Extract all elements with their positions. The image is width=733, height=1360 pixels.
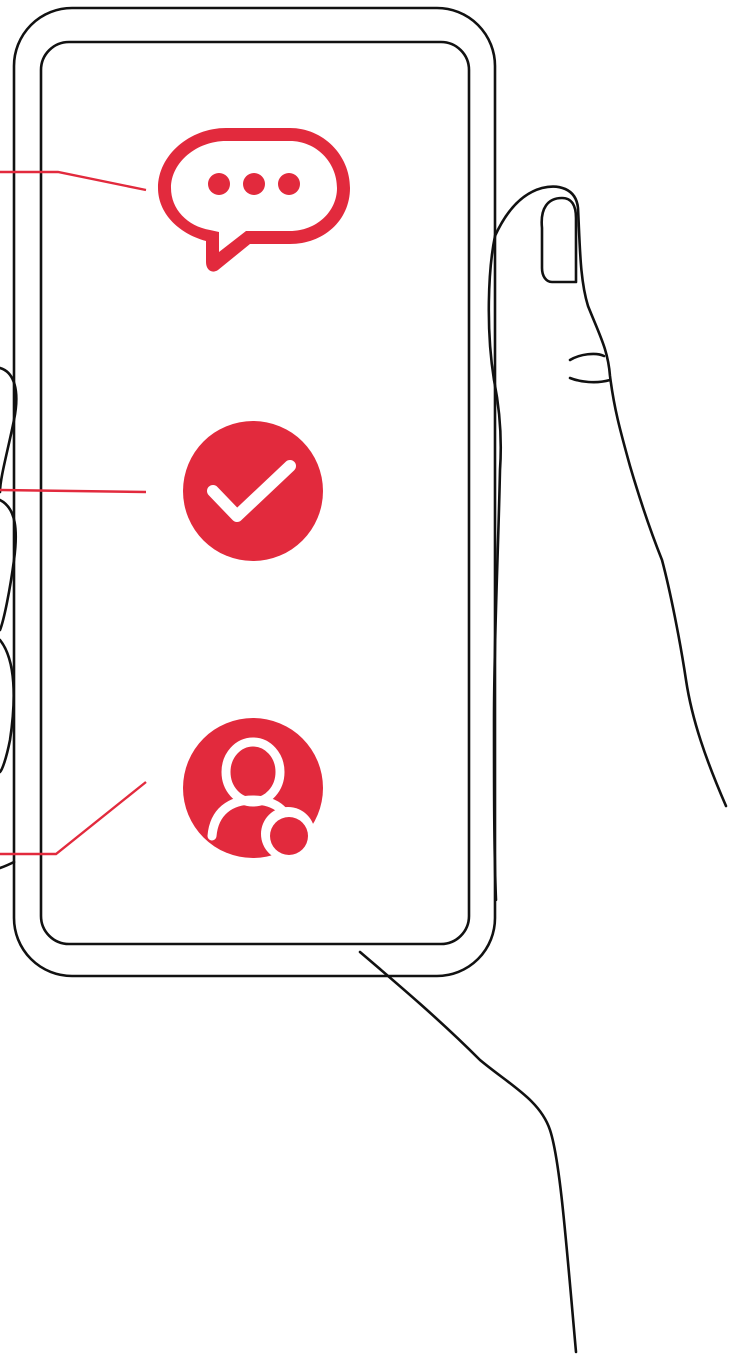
chat-bubble-icon (158, 128, 350, 272)
right-hand-outline (358, 185, 728, 1354)
callout-line-check (0, 488, 147, 494)
phone-in-hand-illustration (0, 6, 728, 1354)
user-notification-icon (183, 718, 323, 861)
checkmark-circle-icon (183, 421, 323, 561)
notification-dot (270, 817, 308, 855)
callout-line-user (0, 781, 147, 856)
callout-lines (0, 170, 147, 856)
callout-line-chat (0, 170, 147, 192)
